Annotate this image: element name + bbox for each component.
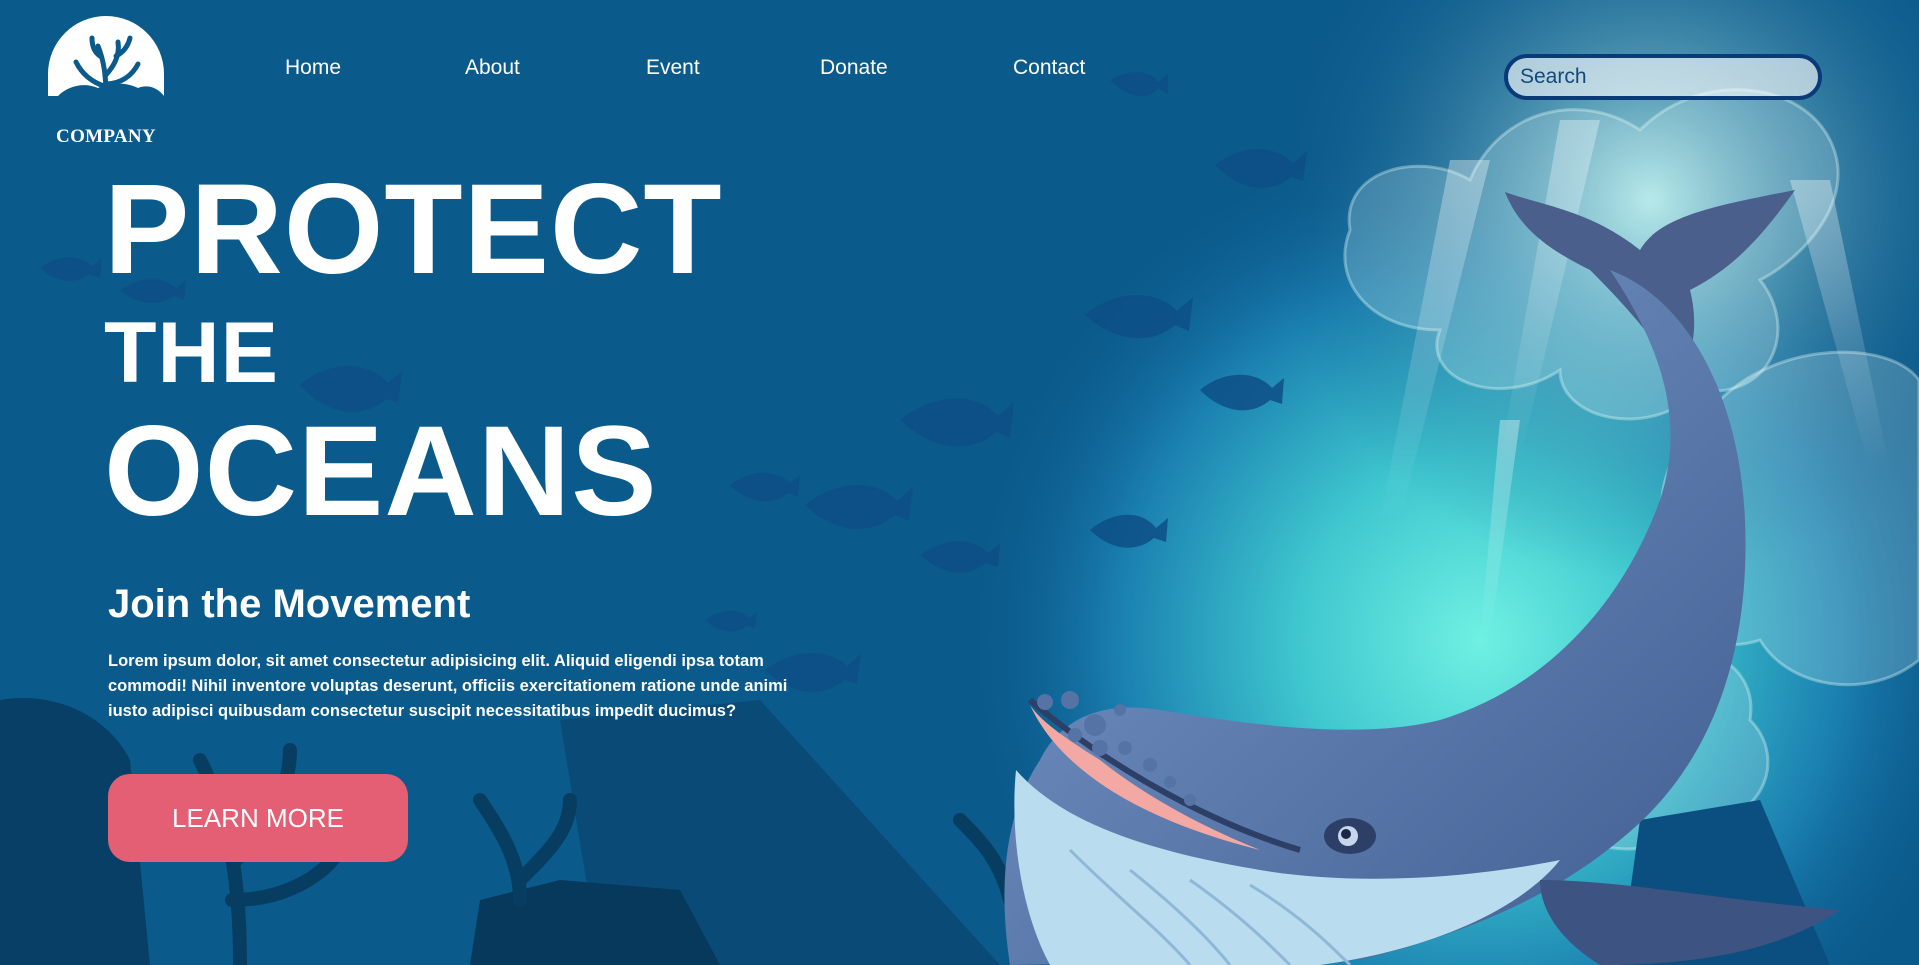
- headline-line-1: PROTECT: [104, 158, 723, 301]
- nav-event[interactable]: Event: [646, 56, 700, 80]
- nav-about[interactable]: About: [465, 56, 520, 80]
- headline-line-2: THE: [104, 305, 279, 401]
- search-input[interactable]: [1518, 64, 1808, 90]
- hero-subtitle: Join the Movement: [108, 582, 471, 626]
- nav-donate[interactable]: Donate: [820, 56, 888, 80]
- company-name: COMPANY: [56, 126, 156, 147]
- learn-more-button[interactable]: LEARN MORE: [108, 774, 408, 862]
- hero-description: Lorem ipsum dolor, sit amet consectetur …: [108, 652, 788, 720]
- headline-line-3: OCEANS: [104, 400, 658, 543]
- coral-icon: [48, 16, 164, 99]
- nav-home[interactable]: Home: [285, 56, 341, 80]
- company-logo[interactable]: COMPANY: [44, 16, 168, 147]
- nav-contact[interactable]: Contact: [1013, 56, 1085, 80]
- search-box: [1504, 54, 1822, 100]
- landing-page: COMPANY Home About Event Donate Contact …: [0, 0, 1919, 965]
